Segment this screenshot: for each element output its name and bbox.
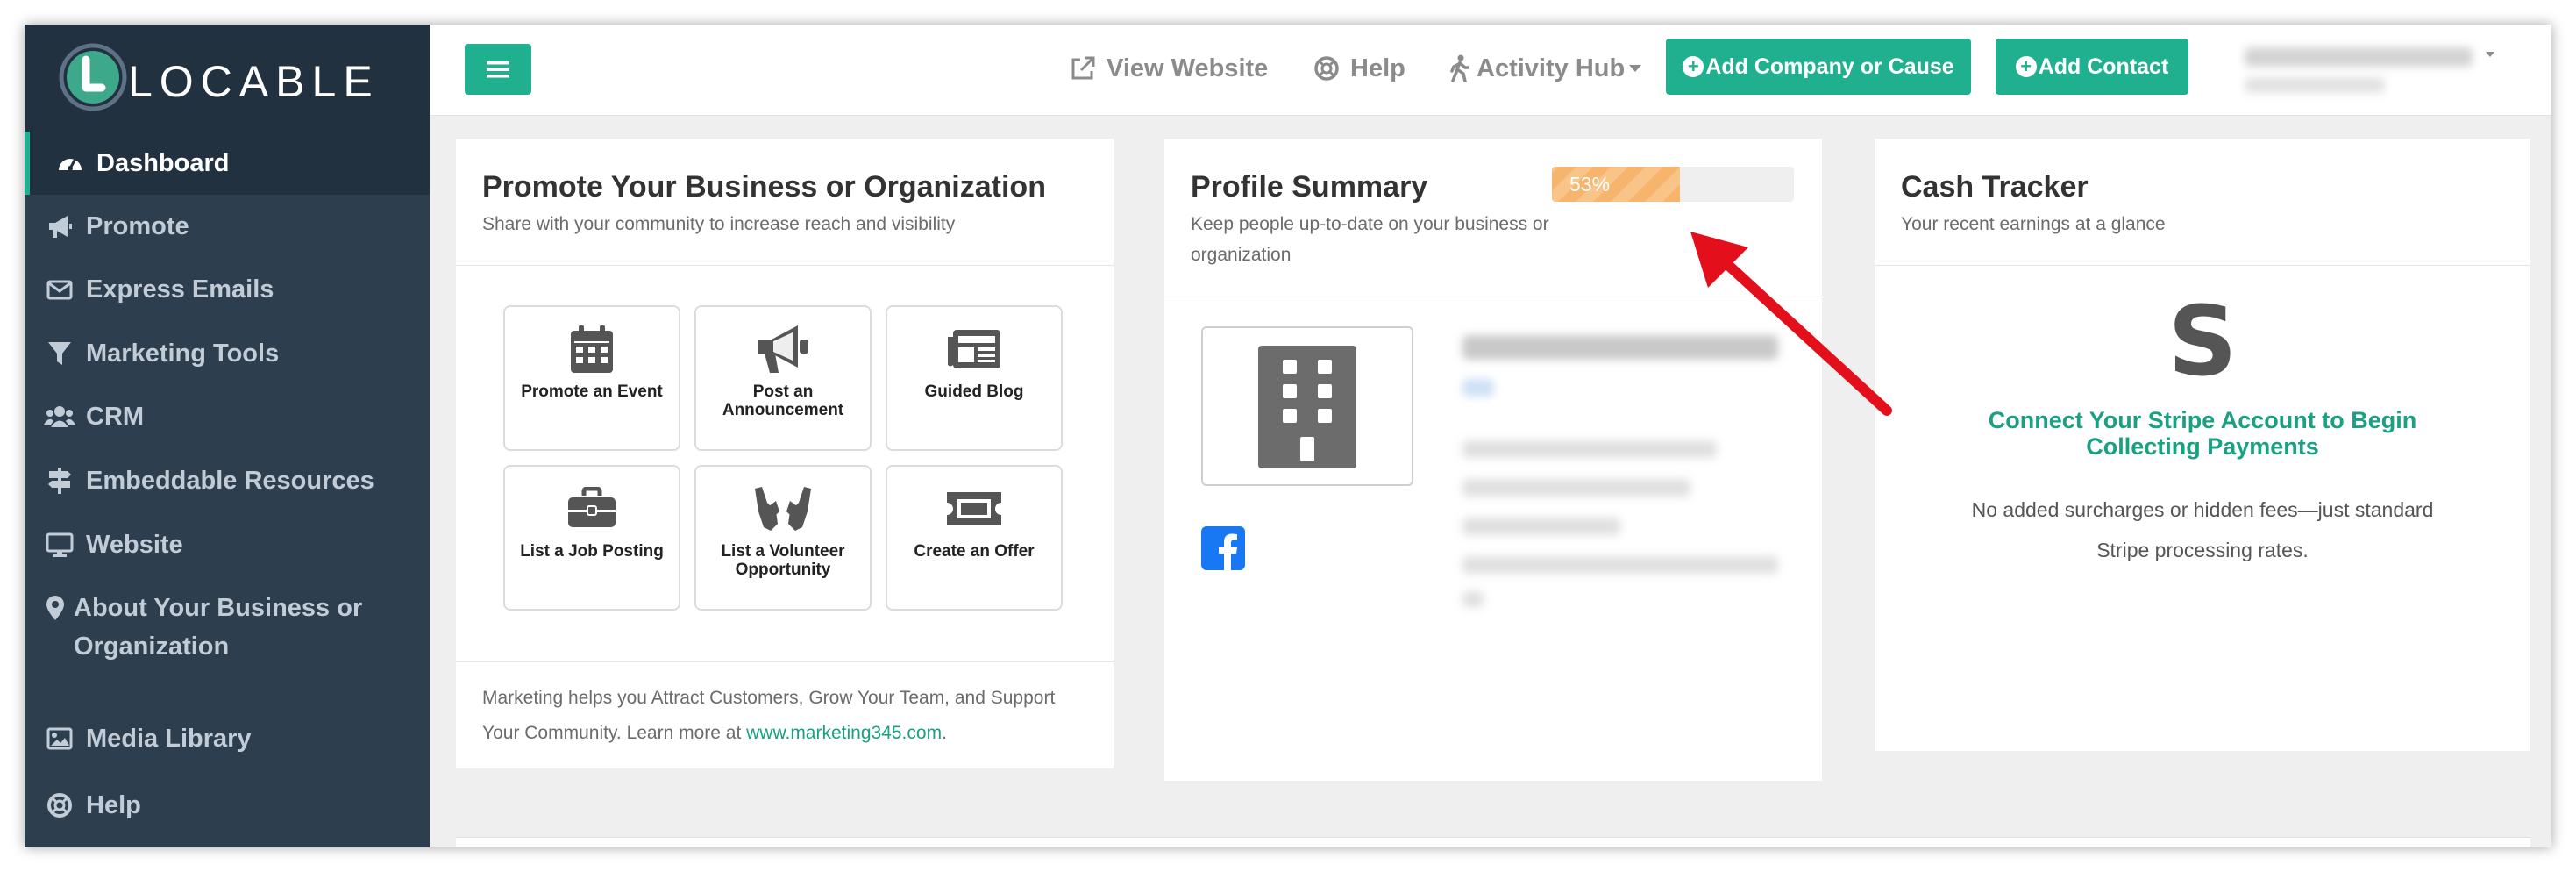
plus-circle-icon: +: [2015, 56, 2037, 77]
view-website-label: View Website: [1107, 54, 1269, 82]
profile-card-title: Profile Summary: [1191, 170, 1428, 204]
locable-logo-icon: [59, 43, 127, 111]
sidebar-item-website[interactable]: Website: [25, 513, 430, 576]
profile-card-subtitle: Keep people up-to-date on your business …: [1191, 214, 1549, 265]
walking-person-icon: [1450, 54, 1469, 82]
guided-blog-tile[interactable]: Guided Blog: [886, 305, 1063, 451]
brand-header[interactable]: LOCABLE: [25, 25, 430, 132]
helping-hands-icon: [696, 481, 870, 537]
sidebar-item-crm[interactable]: CRM: [25, 385, 430, 448]
annotation-arrow-icon: [1690, 232, 1892, 416]
tile-label: Promote an Event: [521, 382, 663, 401]
newspaper-icon: [887, 321, 1061, 377]
sidebar-item-label: Express Emails: [86, 275, 274, 304]
sidebar-item-label: Help: [86, 790, 141, 819]
users-icon: [44, 401, 75, 432]
sidebar-item-express-emails[interactable]: Express Emails: [25, 258, 430, 321]
cash-card-title: Cash Tracker: [1901, 170, 2089, 204]
image-icon: [44, 723, 75, 754]
profile-progress-bar: 53%: [1552, 167, 1794, 202]
ticket-icon: [887, 481, 1061, 537]
sidebar-item-label: Dashboard: [96, 148, 230, 177]
calendar-icon: [505, 321, 679, 377]
sidebar-item-label: About Your Business or Organization: [74, 594, 363, 661]
app-window: LOCABLE Dashboard Promote Express Emails: [25, 25, 2551, 847]
tile-label: List a Job Posting: [520, 542, 664, 561]
caret-down-icon: [1629, 65, 1642, 72]
lifebuoy-icon: [1314, 56, 1339, 81]
sidebar-item-label: Embeddable Resources: [86, 466, 374, 495]
map-pin-icon: [44, 592, 67, 624]
sidebar: LOCABLE Dashboard Promote Express Emails: [25, 25, 430, 847]
facebook-icon[interactable]: [1201, 526, 1245, 570]
promote-card-footer: Marketing helps you Attract Customers, G…: [482, 681, 1096, 751]
external-link-icon: [1071, 56, 1095, 80]
tile-label: Post an Announcement: [722, 382, 844, 419]
add-company-button[interactable]: + Add Company or Cause: [1666, 39, 1971, 95]
profile-logo-placeholder[interactable]: [1201, 326, 1413, 486]
sidebar-item-label: CRM: [86, 402, 145, 431]
help-link[interactable]: Help: [1313, 49, 1405, 88]
cash-card-subtitle: Your recent earnings at a glance: [1901, 214, 2166, 234]
sidebar-item-label: Website: [86, 530, 183, 559]
volunteer-opportunity-tile[interactable]: List a Volunteer Opportunity: [694, 465, 872, 611]
tile-label: Create an Offer: [914, 542, 1035, 561]
promote-event-tile[interactable]: Promote an Event: [503, 305, 680, 451]
add-contact-button[interactable]: + Add Contact: [1996, 39, 2188, 95]
lifebuoy-icon: [44, 790, 75, 821]
sidebar-item-label: Promote: [86, 211, 189, 240]
create-offer-tile[interactable]: Create an Offer: [886, 465, 1063, 611]
monitor-icon: [44, 529, 75, 561]
sidebar-item-help[interactable]: Help: [25, 774, 430, 837]
view-website-link[interactable]: View Website: [1070, 49, 1268, 88]
profile-progress-label: 53%: [1569, 173, 1611, 196]
building-icon: [1258, 346, 1356, 468]
stripe-logo-icon: S: [2167, 285, 2238, 397]
promote-footer-end: .: [942, 723, 947, 743]
promote-card-subtitle: Share with your community to increase re…: [482, 214, 956, 234]
marketing-website-link[interactable]: www.marketing345.com: [746, 723, 942, 743]
plus-circle-icon: +: [1683, 56, 1704, 77]
sidebar-item-promote[interactable]: Promote: [25, 195, 430, 258]
connect-stripe-link[interactable]: Connect Your Stripe Account to Begin Col…: [1971, 407, 2434, 460]
sidebar-item-media-library[interactable]: Media Library: [25, 707, 430, 770]
top-bar: View Website Help Activity Hub + Add Com…: [430, 25, 2551, 116]
job-posting-tile[interactable]: List a Job Posting: [503, 465, 680, 611]
add-company-label: Add Company or Cause: [1705, 54, 1954, 79]
next-card-edge: [456, 837, 2530, 847]
promote-card: Promote Your Business or Organization Sh…: [456, 139, 1114, 768]
sidebar-item-marketing-tools[interactable]: Marketing Tools: [25, 322, 430, 385]
caret-down-icon: [2486, 52, 2494, 57]
activity-hub-label: Activity Hub: [1477, 54, 1626, 82]
stripe-fees-text: No added surcharges or hidden fees—just …: [1971, 498, 2434, 561]
cash-tracker-card: Cash Tracker Your recent earnings at a g…: [1875, 139, 2530, 751]
sidebar-item-embeddable-resources[interactable]: Embeddable Resources: [25, 449, 430, 512]
promote-card-title: Promote Your Business or Organization: [482, 170, 1046, 204]
filter-icon: [44, 338, 75, 369]
add-contact-label: Add Contact: [2038, 54, 2169, 79]
brand-name: LOCABLE: [128, 57, 380, 106]
signpost-icon: [44, 465, 75, 497]
briefcase-icon: [505, 481, 679, 537]
gauge-icon: [54, 147, 86, 179]
user-account-menu[interactable]: [2236, 35, 2499, 105]
megaphone-icon: [696, 321, 870, 377]
menu-toggle-button[interactable]: [465, 44, 531, 95]
sidebar-item-about-your-business[interactable]: About Your Business or Organization: [25, 576, 430, 664]
megaphone-icon: [44, 211, 75, 242]
sidebar-item-dashboard[interactable]: Dashboard: [25, 132, 430, 195]
envelope-icon: [44, 274, 75, 305]
help-label: Help: [1350, 54, 1405, 82]
post-announcement-tile[interactable]: Post an Announcement: [694, 305, 872, 451]
sidebar-item-label: Media Library: [86, 724, 252, 753]
activity-hub-dropdown[interactable]: Activity Hub: [1450, 49, 1653, 88]
hamburger-icon: [487, 61, 509, 78]
tile-label: List a Volunteer Opportunity: [721, 542, 845, 579]
tile-label: Guided Blog: [924, 382, 1024, 401]
sidebar-item-label: Marketing Tools: [86, 339, 280, 368]
